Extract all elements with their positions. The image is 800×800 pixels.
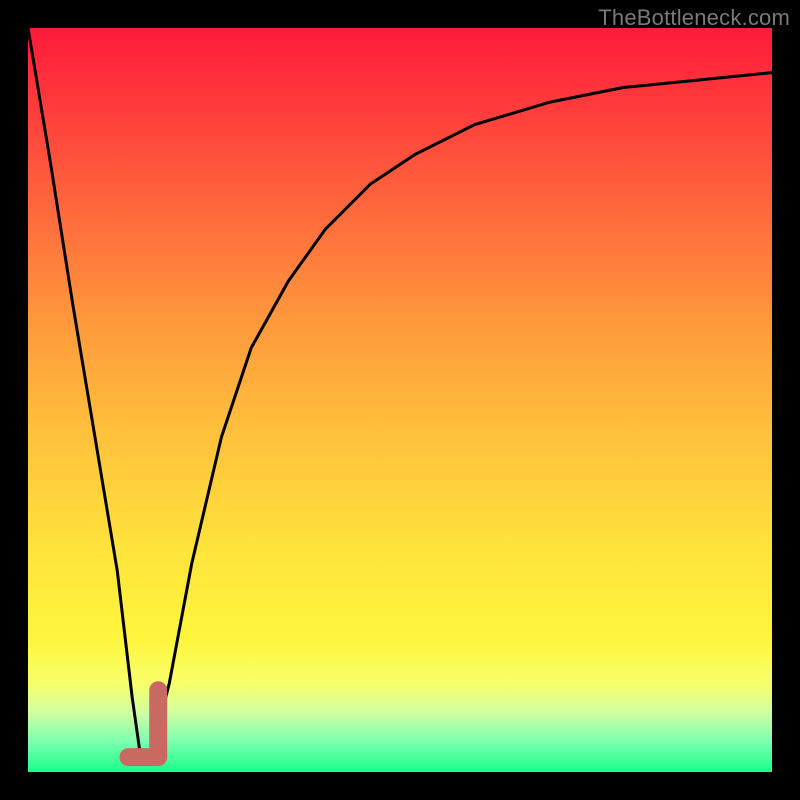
plot-area: [28, 28, 772, 772]
chart-frame: TheBottleneck.com: [0, 0, 800, 800]
chart-svg: [28, 28, 772, 772]
bottleneck-curve: [28, 28, 772, 757]
watermark-text: TheBottleneck.com: [598, 5, 790, 31]
